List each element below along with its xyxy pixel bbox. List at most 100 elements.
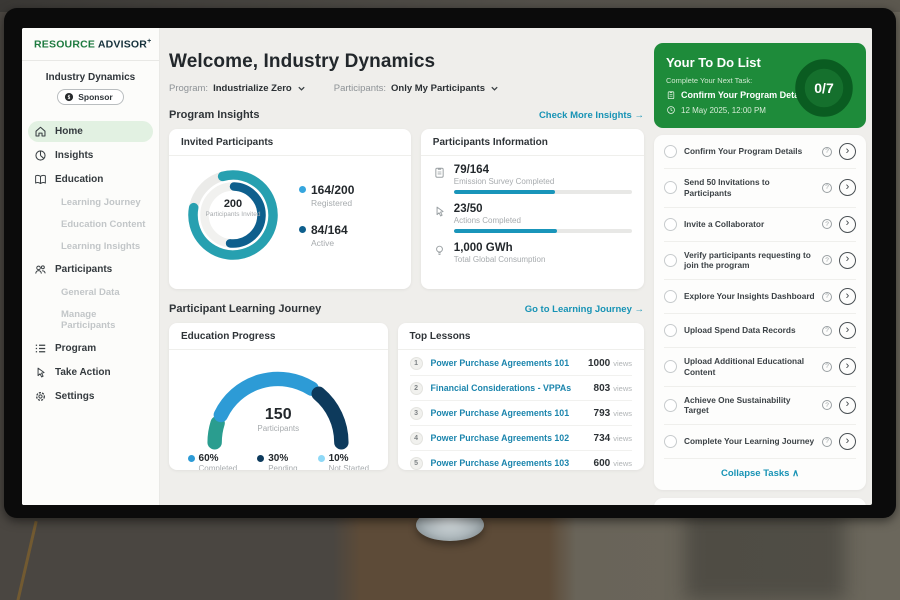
todo-column: Your To Do List Complete Your Next Task:… (654, 28, 872, 505)
info-icon[interactable]: ? (822, 326, 832, 336)
info-icon[interactable]: ? (822, 362, 832, 372)
lesson-row: 1 Power Purchase Agreements 101 1000 vie… (410, 351, 632, 375)
lesson-link[interactable]: Power Purchase Agreements 101 (431, 358, 588, 368)
lesson-row: 5 Power Purchase Agreements 103 600 view… (410, 450, 632, 470)
lessons-card-title: Top Lessons (398, 323, 644, 350)
sponsor-badge-label: Sponsor (78, 92, 112, 102)
lesson-link[interactable]: Power Purchase Agreements 101 (431, 408, 594, 418)
lesson-link[interactable]: Financial Considerations - VPPAs (431, 383, 594, 393)
todo-task-row: Complete Your Learning Journey ? › (664, 425, 856, 459)
divider (22, 60, 159, 61)
active-label: Active (311, 238, 354, 248)
task-checkbox[interactable] (664, 324, 677, 337)
task-checkbox[interactable] (664, 360, 677, 373)
legend-pending: 30% Pending (257, 453, 297, 470)
info-label: Actions Completed (454, 216, 632, 225)
sidebar-item-manage-participants[interactable]: Manage Participants (28, 305, 153, 335)
registered-label: Registered (311, 198, 354, 208)
info-icon[interactable]: ? (822, 147, 832, 157)
lesson-rank-badge: 1 (410, 357, 423, 370)
info-icon[interactable]: ? (822, 219, 832, 229)
sidebar-item-settings[interactable]: Settings (28, 386, 153, 407)
program-filter-dropdown[interactable]: Program: Industrialize Zero (169, 83, 306, 94)
lesson-rank-badge: 2 (410, 382, 423, 395)
todo-counter: 0/7 (814, 80, 834, 96)
collapse-tasks-link[interactable]: Collapse Tasks ∧ (664, 459, 856, 490)
participants-info-row: 23/50 Actions Completed (433, 203, 632, 233)
lesson-rank-badge: 3 (410, 407, 423, 420)
task-checkbox[interactable] (664, 145, 677, 158)
sidebar-item-learning-journey[interactable]: Learning Journey (28, 193, 153, 212)
chevron-right-icon[interactable]: › (839, 252, 856, 269)
sidebar-item-program[interactable]: Program (28, 338, 153, 359)
chevron-right-icon[interactable]: › (839, 397, 856, 414)
sidebar-item-participants[interactable]: Participants (28, 259, 153, 280)
monitor-bezel: RESOURCE ADVISOR+ Industry Dynamics Spon… (4, 8, 896, 518)
sponsor-badge[interactable]: Sponsor (57, 89, 123, 105)
task-checkbox[interactable] (664, 254, 677, 267)
registered-value: 164/200 (311, 183, 354, 197)
task-checkbox[interactable] (664, 181, 677, 194)
task-checkbox[interactable] (664, 435, 677, 448)
pointer-icon (433, 205, 446, 218)
lesson-link[interactable]: Power Purchase Agreements 102 (431, 433, 594, 443)
task-checkbox[interactable] (664, 218, 677, 231)
background: RESOURCE ADVISOR+ Industry Dynamics Spon… (0, 0, 900, 600)
info-icon[interactable]: ? (822, 437, 832, 447)
chevron-right-icon[interactable]: › (839, 216, 856, 233)
lesson-views-count: 600 (594, 458, 611, 469)
chevron-right-icon[interactable]: › (839, 358, 856, 375)
app-logo[interactable]: RESOURCE ADVISOR+ (22, 38, 159, 51)
lesson-row: 3 Power Purchase Agreements 101 793 view… (410, 400, 632, 425)
todo-task-row: Achieve One Sustainability Target ? › (664, 387, 856, 426)
sidebar-item-general-data[interactable]: General Data (28, 283, 153, 302)
task-checkbox[interactable] (664, 290, 677, 303)
home-icon (34, 125, 47, 138)
sidebar-item-learning-insights[interactable]: Learning Insights (28, 237, 153, 256)
lesson-views-suffix: views (613, 409, 632, 418)
participants-filter-dropdown[interactable]: Participants: Only My Participants (334, 83, 499, 94)
main-content: Welcome, Industry Dynamics Program: Indu… (160, 28, 654, 505)
sidebar-item-home[interactable]: Home (28, 121, 153, 142)
check-more-insights-link[interactable]: Check More Insights → (539, 110, 644, 121)
chevron-right-icon[interactable]: › (839, 433, 856, 450)
info-icon[interactable]: ? (822, 183, 832, 193)
lesson-link[interactable]: Power Purchase Agreements 103 (431, 458, 594, 468)
take-action-icon (34, 366, 47, 379)
not-started-pct: 10% (329, 453, 349, 464)
brand-plus: + (147, 38, 151, 45)
invited-legend: 164/200 Registered 84/164 Active (299, 183, 354, 248)
info-icon[interactable]: ? (822, 255, 832, 265)
sidebar-item-education[interactable]: Education (28, 169, 153, 190)
active-dot-icon (299, 226, 306, 233)
sidebar-item-education-content[interactable]: Education Content (28, 215, 153, 234)
todo-task-row: Upload Spend Data Records ? › (664, 314, 856, 348)
task-label: Upload Additional Educational Content (684, 356, 815, 378)
info-value: 23/50 (454, 203, 632, 215)
chevron-right-icon[interactable]: › (839, 322, 856, 339)
task-label: Achieve One Sustainability Target (684, 395, 815, 417)
lesson-views-count: 803 (594, 383, 611, 394)
chevron-right-icon[interactable]: › (839, 288, 856, 305)
cable (13, 521, 37, 600)
info-value: 1,000 GWh (454, 242, 632, 254)
task-checkbox[interactable] (664, 399, 677, 412)
todo-header-panel: Your To Do List Complete Your Next Task:… (654, 43, 866, 128)
chevron-right-icon[interactable]: › (839, 179, 856, 196)
sidebar-item-insights[interactable]: Insights (28, 145, 153, 166)
todo-task-row: Explore Your Insights Dashboard ? › (664, 280, 856, 314)
info-icon[interactable]: ? (822, 292, 832, 302)
chevron-right-icon[interactable]: › (839, 143, 856, 160)
go-to-learning-journey-link[interactable]: Go to Learning Journey → (525, 304, 644, 315)
program-icon (34, 342, 47, 355)
info-icon[interactable]: ? (822, 400, 832, 410)
invited-donut-chart: 200 Participants Invited (183, 165, 283, 265)
lesson-views-count: 793 (594, 408, 611, 419)
sidebar-item-take-action[interactable]: Take Action (28, 362, 153, 383)
lesson-row: 4 Power Purchase Agreements 102 734 view… (410, 425, 632, 450)
todo-task-row: Upload Additional Educational Content ? … (664, 348, 856, 387)
lesson-row: 2 Financial Considerations - VPPAs 803 v… (410, 375, 632, 400)
clock-icon (666, 105, 676, 115)
task-label: Upload Spend Data Records (684, 325, 815, 336)
page-title: Welcome, Industry Dynamics (169, 51, 644, 73)
